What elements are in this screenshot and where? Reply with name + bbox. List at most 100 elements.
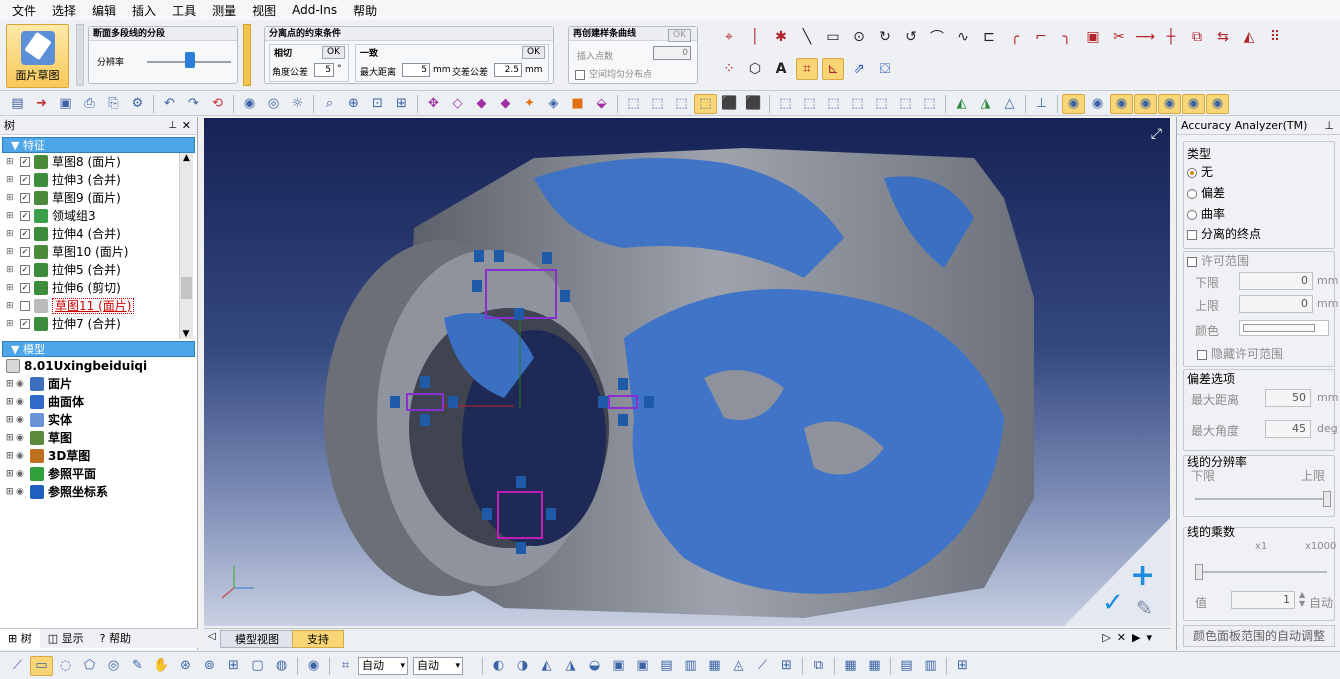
smart-dimension-icon[interactable]: ⌗	[796, 58, 818, 80]
select-region-icon[interactable]: ⬙	[590, 94, 613, 114]
feature-visibility-checkbox[interactable]: ✓	[20, 265, 30, 275]
feature-row[interactable]: ⊞ ✓ 草图10 (面片)	[0, 243, 197, 261]
visibility-icon[interactable]: ◉	[16, 375, 26, 393]
trim2-icon[interactable]: ✂	[1108, 26, 1130, 48]
view-left-icon[interactable]: ⬚	[670, 94, 693, 114]
display-eye7-icon[interactable]: ◉	[1206, 93, 1229, 114]
model-item-solid[interactable]: ⊞ ◉ 实体	[0, 411, 197, 429]
tab-support[interactable]: 支持	[292, 630, 344, 648]
new-icon[interactable]: ▤	[6, 94, 29, 114]
menu-addins[interactable]: Add-Ins	[284, 3, 345, 17]
display-mode6-icon[interactable]: ⬚	[894, 94, 917, 114]
hide-tolerance-checkbox[interactable]	[1197, 349, 1207, 360]
visibility-icon[interactable]: ◉	[16, 393, 26, 411]
fillet-icon[interactable]: ╭	[1004, 26, 1026, 48]
snap-mode-select[interactable]: 自动	[358, 656, 408, 675]
view-eye2-icon[interactable]: ◎	[262, 94, 285, 114]
feature-row[interactable]: ⊞ ✓ 拉伸4 (合并)	[0, 225, 197, 243]
options-icon[interactable]: ⚙	[126, 94, 149, 114]
expand-icon[interactable]: ⊞	[6, 429, 16, 447]
select-region-icon[interactable]: ⊞	[222, 656, 245, 676]
display-mode5-icon[interactable]: ⬚	[870, 94, 893, 114]
auto-adjust-button[interactable]: 颜色面板范围的自动调整	[1183, 625, 1335, 647]
expand-icon[interactable]: ⊞	[6, 411, 16, 429]
display-mode3-icon[interactable]: ⬚	[822, 94, 845, 114]
line-icon[interactable]: ╲	[796, 26, 818, 48]
select-polygon-icon[interactable]: ⬠	[78, 656, 101, 676]
insert-points-input[interactable]: 0	[653, 46, 691, 60]
feature-visibility-checkbox[interactable]: ✓	[20, 283, 30, 293]
type-curvature-radio[interactable]	[1187, 209, 1197, 220]
pin-icon[interactable]: ⊥	[1324, 117, 1334, 135]
expand-icon[interactable]: ⊞	[6, 153, 16, 171]
feature-row[interactable]: ⊞ ✓ 拉伸3 (合并)	[0, 171, 197, 189]
feature-visibility-checkbox[interactable]	[20, 301, 30, 311]
print-icon[interactable]: ⎙	[78, 94, 101, 114]
display-eye3-icon[interactable]: ◉	[1110, 93, 1133, 114]
hexagon-icon[interactable]: ⬡	[744, 58, 766, 80]
redo-icon[interactable]: ↷	[182, 94, 205, 114]
display-eye6-icon[interactable]: ◉	[1182, 93, 1205, 114]
expand-icon[interactable]: ⊞	[6, 279, 16, 297]
filter-ref-icon[interactable]: ▥	[679, 656, 702, 676]
feature-row[interactable]: ⊞ ✓ 草图9 (面片)	[0, 189, 197, 207]
feature-visibility-checkbox[interactable]: ✓	[20, 319, 30, 329]
section-view-icon[interactable]: ◭	[950, 94, 973, 114]
filter-loop-icon[interactable]: ◒	[583, 656, 606, 676]
isolated-endpoints-checkbox[interactable]	[1187, 229, 1197, 240]
coordinate-icon[interactable]: ⊥	[1030, 94, 1053, 114]
select-vertex-icon[interactable]: ✥	[422, 94, 445, 114]
feature-row[interactable]: ⊞ ✓ 拉伸6 (剪切)	[0, 279, 197, 297]
panel-collapse-left[interactable]	[76, 24, 84, 86]
extend-icon[interactable]: ⟶	[1134, 26, 1156, 48]
undo-icon[interactable]: ↶	[158, 94, 181, 114]
type-none-radio[interactable]	[1187, 167, 1197, 178]
menu-file[interactable]: 文件	[4, 2, 44, 19]
expand-icon[interactable]: ⊞	[6, 465, 16, 483]
tab-display[interactable]: ◫ 显示	[40, 629, 92, 648]
view-iso-icon[interactable]: ⬚	[694, 93, 717, 114]
chamfer-icon[interactable]: ⌐	[1030, 26, 1052, 48]
model-item-sketch[interactable]: ⊞ ◉ 草图	[0, 429, 197, 447]
arc3-icon[interactable]: ⌒	[926, 26, 948, 48]
filter-vertex-icon[interactable]: ◭	[535, 656, 558, 676]
circle-icon[interactable]: ⊙	[848, 26, 870, 48]
save-icon[interactable]: ▣	[54, 94, 77, 114]
feature-row[interactable]: ⊞ ✓ 草图8 (面片)	[0, 153, 197, 171]
select-extend-icon[interactable]: ⊛	[174, 656, 197, 676]
display-mode1-icon[interactable]: ⬚	[774, 94, 797, 114]
expand-icon[interactable]: ⊞	[6, 447, 16, 465]
tabs-scroll-left-icon[interactable]: ◁	[208, 631, 216, 642]
tolerance-checkbox[interactable]	[1187, 256, 1197, 267]
resolution-slider[interactable]	[185, 52, 195, 68]
pin-icon[interactable]: ⊥	[168, 117, 177, 135]
pattern-icon[interactable]: ⠿	[1264, 26, 1286, 48]
confirm-check-icon[interactable]: ✓	[1102, 588, 1124, 618]
view-light-icon[interactable]: ☼	[286, 94, 309, 114]
grid-icon[interactable]: ⊞	[951, 656, 974, 676]
select-rect-icon[interactable]: ▭	[30, 655, 53, 676]
menu-insert[interactable]: 插入	[124, 2, 164, 19]
value-input[interactable]: 1	[1231, 591, 1295, 609]
model-name-row[interactable]: 8.01Uxingbeiduiqi	[0, 357, 197, 375]
arc2-icon[interactable]: ↺	[900, 26, 922, 48]
filter-plane-icon[interactable]: ◬	[727, 656, 750, 676]
mesh-sketch-button[interactable]: 面片草图	[6, 24, 69, 88]
feature-row[interactable]: ⊞ 草图11 (面片)	[0, 297, 197, 315]
vertical-line-icon[interactable]: │	[744, 26, 766, 48]
model-item-surface-body[interactable]: ⊞ ◉ 曲面体	[0, 393, 197, 411]
expand-icon[interactable]: ⊞	[6, 171, 16, 189]
scale-icon[interactable]: ◭	[1238, 26, 1260, 48]
tangent-ok-button[interactable]: OK	[322, 46, 345, 59]
view-front-icon[interactable]: ⬚	[622, 94, 645, 114]
view-eye-icon[interactable]: ◉	[238, 94, 261, 114]
expand-icon[interactable]: ⊞	[6, 483, 16, 501]
feature-visibility-checkbox[interactable]: ✓	[20, 211, 30, 221]
resolution-slider[interactable]	[1323, 491, 1331, 507]
view-right-icon[interactable]: ⬛	[718, 94, 741, 114]
point-grid-icon[interactable]: ⁘	[718, 58, 740, 80]
convert-icon[interactable]: ⧉	[1186, 26, 1208, 48]
feature-visibility-checkbox[interactable]: ✓	[20, 229, 30, 239]
max-angle-input[interactable]: 45	[1265, 420, 1311, 438]
section-view2-icon[interactable]: ◮	[974, 94, 997, 114]
